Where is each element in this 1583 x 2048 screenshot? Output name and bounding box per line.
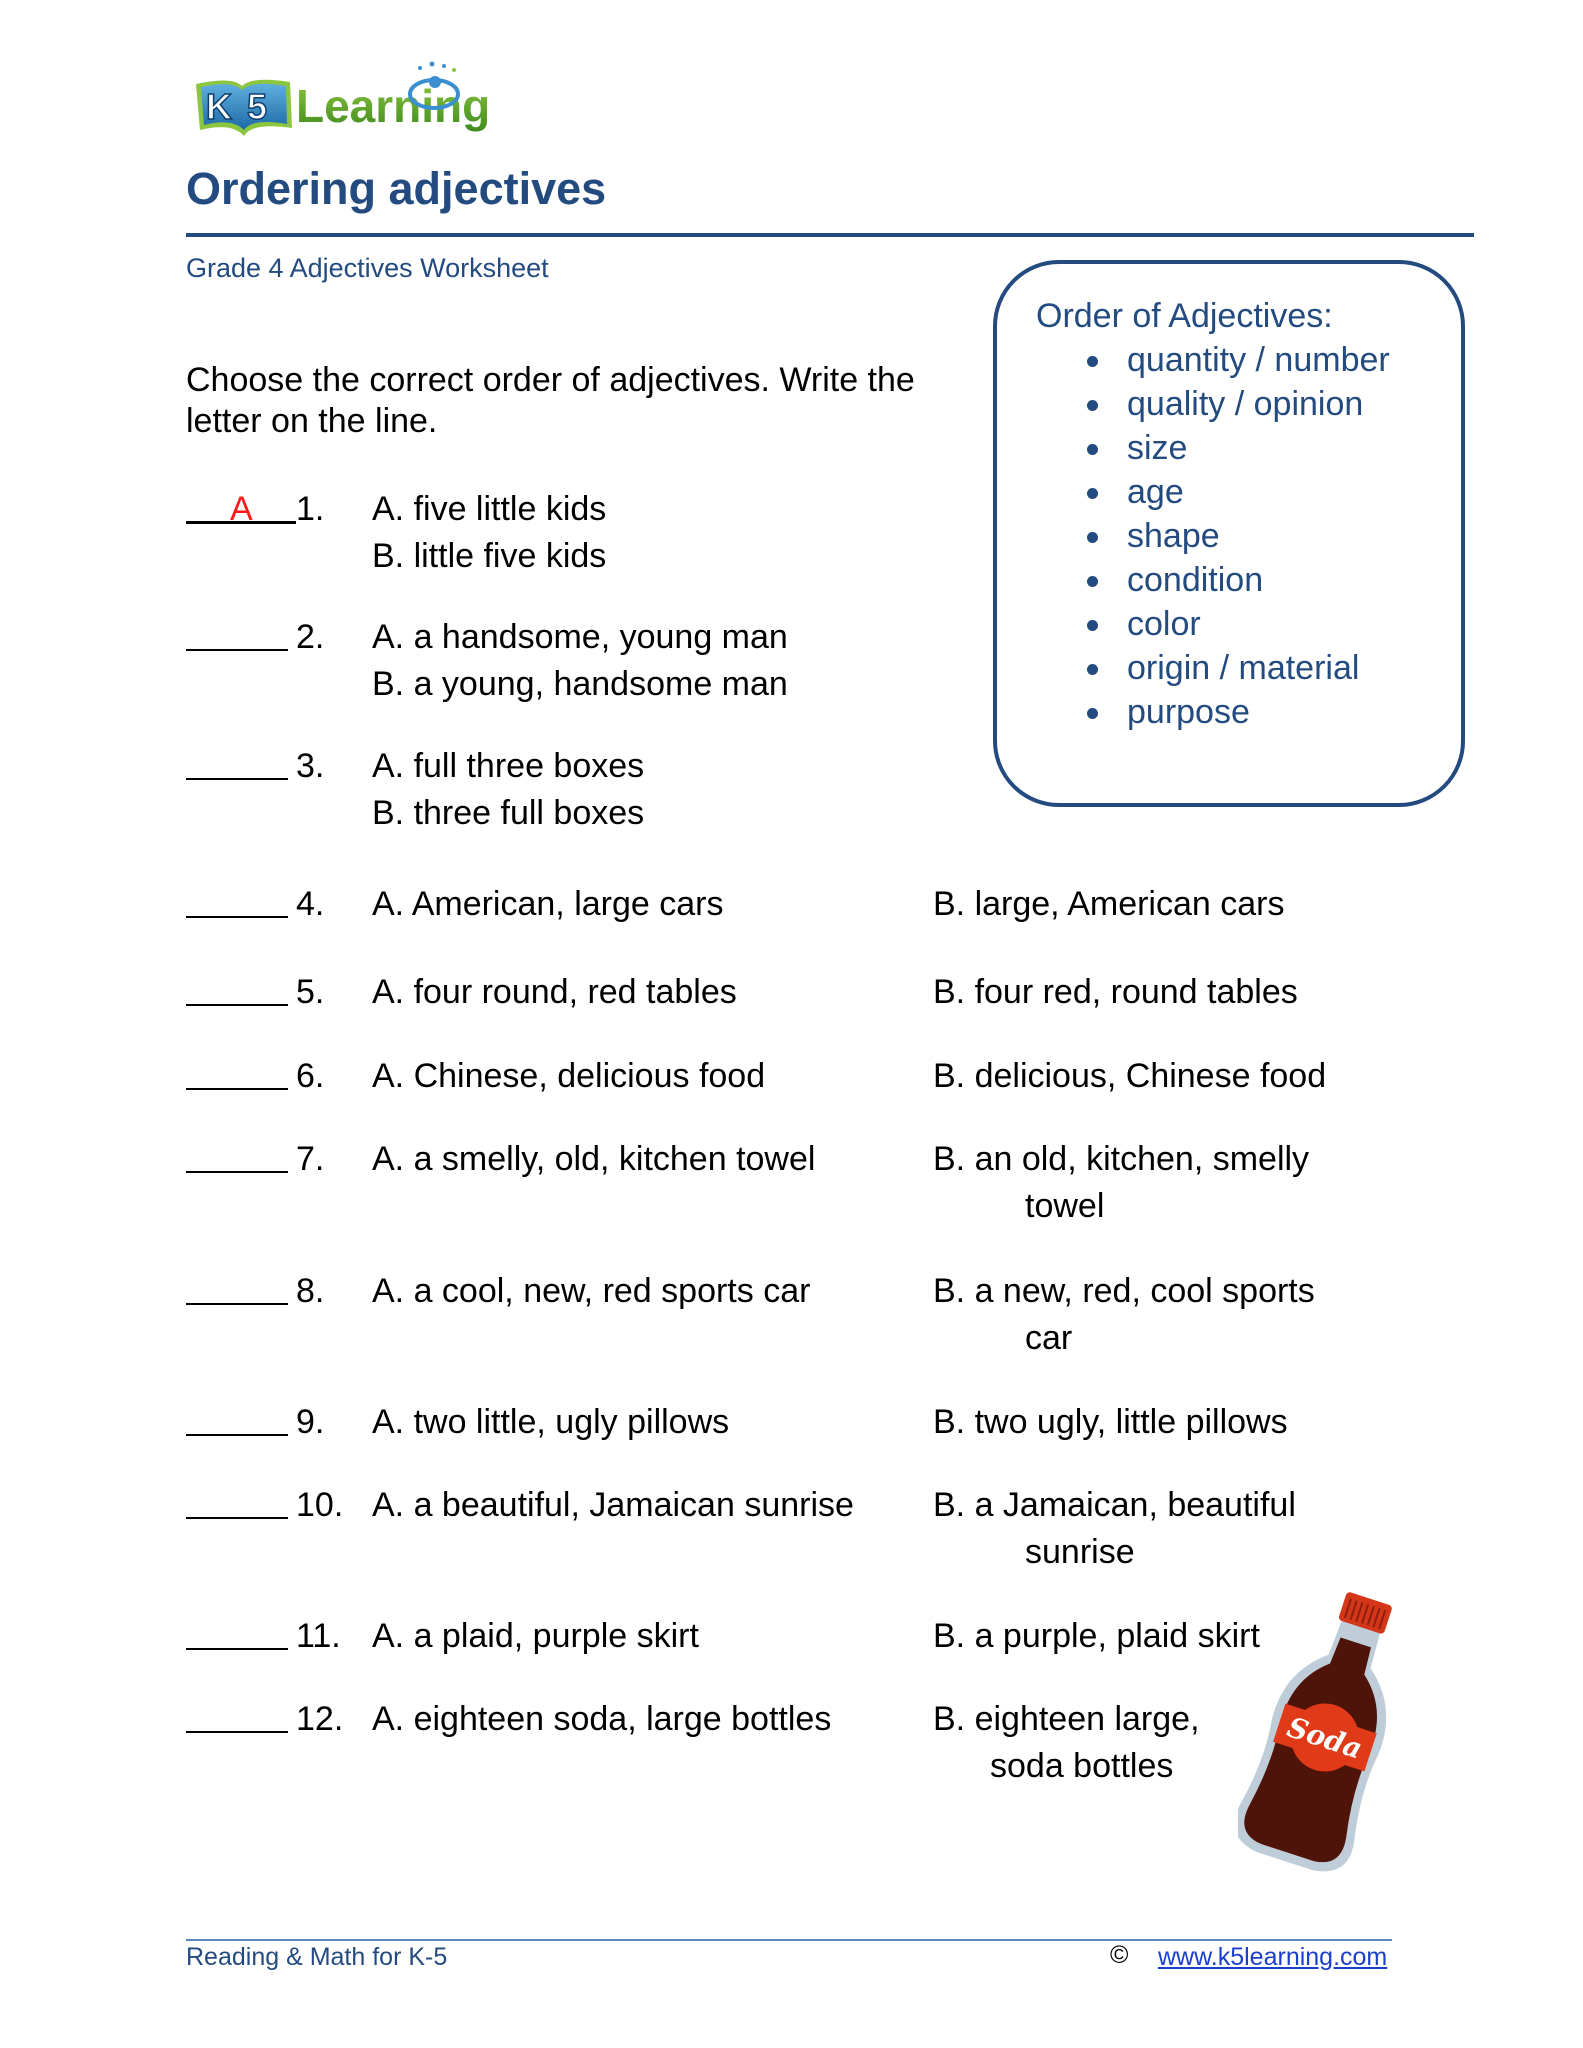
bullet-icon [1087, 356, 1098, 367]
svg-text:K: K [206, 86, 232, 127]
option-b-continued: soda bottles [990, 1747, 1174, 1785]
option-b: B. two ugly, little pillows [933, 1403, 1288, 1441]
option-b: B. three full boxes [372, 794, 645, 832]
footer-tagline: Reading & Math for K-5 [186, 1943, 448, 1971]
title-divider [186, 233, 1474, 237]
option-a: A. five little kids [372, 490, 607, 528]
option-a: A. a plaid, purple skirt [372, 1617, 699, 1655]
option-b: B. a Jamaican, beautiful [933, 1486, 1296, 1524]
answer-blank[interactable] [186, 1434, 288, 1436]
answer-blank[interactable] [186, 1517, 288, 1519]
option-a: A. full three boxes [372, 747, 645, 785]
answer-blank[interactable] [186, 916, 288, 918]
option-a: A. eighteen soda, large bottles [372, 1700, 832, 1738]
option-b: B. large, American cars [933, 885, 1285, 923]
question-row: 10. A. a beautiful, Jamaican sunrise B. … [0, 1484, 1583, 1571]
option-b-continued: sunrise [1025, 1533, 1135, 1571]
option-b: B. a new, red, cool sports [933, 1272, 1315, 1310]
website-link[interactable]: www.k5learning.com [1158, 1942, 1387, 1972]
option-a: A. American, large cars [372, 885, 724, 923]
option-a: A. a smelly, old, kitchen towel [372, 1140, 816, 1178]
question-row: A 1. A. five little kids B. little five … [0, 488, 1583, 575]
option-a: A. two little, ugly pillows [372, 1403, 730, 1441]
question-number: 10. [296, 1486, 344, 1524]
option-a: A. a cool, new, red sports car [372, 1272, 811, 1310]
answer-blank[interactable] [186, 649, 288, 651]
question-row: 2. A. a handsome, young man B. a young, … [0, 616, 1583, 703]
question-number: 2. [296, 618, 325, 656]
bullet-icon [1087, 664, 1098, 675]
question-number: 4. [296, 885, 325, 923]
instructions: Choose the correct order of adjectives. … [186, 361, 915, 440]
answer-blank[interactable] [186, 1303, 288, 1305]
question-row: 7. A. a smelly, old, kitchen towel B. an… [0, 1138, 1583, 1225]
order-item-label: purpose [1127, 693, 1250, 731]
page-subtitle: Grade 4 Adjectives Worksheet [186, 253, 549, 283]
order-box-heading: Order of Adjectives: [1036, 297, 1333, 335]
order-item-label: size [1127, 429, 1188, 467]
option-a: A. Chinese, delicious food [372, 1057, 766, 1095]
option-a: A. four round, red tables [372, 973, 737, 1011]
question-row: 5. A. four round, red tables B. four red… [0, 971, 1583, 1013]
page-title: Ordering adjectives [186, 163, 607, 214]
answer-blank[interactable] [186, 1171, 288, 1173]
option-b: B. an old, kitchen, smelly [933, 1140, 1310, 1178]
soda-bottle-illustration: Soda [1234, 1578, 1418, 1878]
option-b: B. a young, handsome man [372, 665, 788, 703]
question-number: 3. [296, 747, 325, 785]
option-b-continued: towel [1025, 1187, 1105, 1225]
question-row: 9. A. two little, ugly pillows B. two ug… [0, 1401, 1583, 1443]
answer-blank[interactable] [186, 778, 288, 780]
option-a: A. a handsome, young man [372, 618, 788, 656]
option-a: A. a beautiful, Jamaican sunrise [372, 1486, 854, 1524]
question-number: 7. [296, 1140, 325, 1178]
option-b: B. a purple, plaid skirt [933, 1617, 1260, 1655]
option-b: B. little five kids [372, 537, 607, 575]
footer-divider [186, 1939, 1392, 1941]
svg-text:Learning: Learning [296, 80, 490, 132]
question-number: 5. [296, 973, 325, 1011]
question-row: 4. A. American, large cars B. large, Ame… [0, 883, 1583, 925]
order-item-label: quality / opinion [1127, 385, 1364, 423]
question-number: 6. [296, 1057, 325, 1095]
question-number: 12. [296, 1700, 344, 1738]
bullet-icon [1087, 576, 1098, 587]
question-row: 6. A. Chinese, delicious food B. delicio… [0, 1055, 1583, 1097]
svg-text:5: 5 [247, 86, 267, 127]
bullet-icon [1087, 532, 1098, 543]
k5-learning-logo: K 5 Learning [192, 56, 527, 144]
option-b: B. four red, round tables [933, 973, 1298, 1011]
question-number: 8. [296, 1272, 325, 1310]
question-row: 3. A. full three boxes B. three full box… [0, 745, 1583, 832]
question-row: 8. A. a cool, new, red sports car B. a n… [0, 1270, 1583, 1357]
question-number: 11. [296, 1617, 341, 1655]
order-item-label: quantity / number [1127, 341, 1390, 379]
order-item-label: condition [1127, 561, 1264, 599]
answer-text: A [230, 490, 253, 528]
bullet-icon [1087, 400, 1098, 411]
answer-blank[interactable] [186, 1004, 288, 1006]
answer-blank[interactable] [186, 1088, 288, 1090]
copyright-icon: © [1110, 1941, 1129, 1969]
question-number: 9. [296, 1403, 325, 1441]
option-b-continued: car [1025, 1319, 1073, 1357]
bullet-icon [1087, 708, 1098, 719]
answer-blank[interactable] [186, 1731, 288, 1733]
question-number: 1. [296, 490, 325, 528]
option-b: B. delicious, Chinese food [933, 1057, 1327, 1095]
option-b: B. eighteen large, [933, 1700, 1200, 1738]
bullet-icon [1087, 444, 1098, 455]
answer-blank[interactable] [186, 1648, 288, 1650]
